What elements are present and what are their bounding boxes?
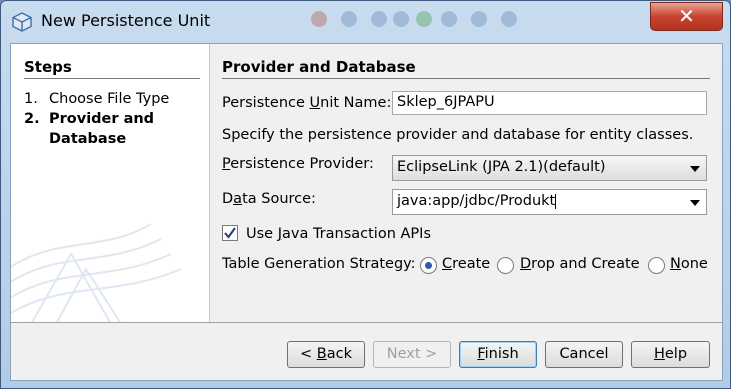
data-source-combo[interactable]: java:app/jdbc/Produkt [392,189,707,215]
radio-drop-and-create-label[interactable]: Drop and Create [520,256,640,272]
text-cursor [555,193,557,209]
background-toolbar-icon [471,11,487,27]
panel-title-divider [222,78,710,79]
background-toolbar-icon [393,11,409,27]
radio-create-label[interactable]: Create [442,256,490,272]
title-bar[interactable]: New Persistence Unit ✕ [1,1,730,41]
persistence-unit-name-field[interactable]: Sklep_6JPAPU [392,91,707,115]
jta-checkbox[interactable] [222,225,238,241]
window-title: New Persistence Unit [41,11,211,30]
table-generation-strategy-label: Table Generation Strategy: [222,256,416,272]
help-button[interactable]: Help [631,341,710,368]
checkmark-icon [224,227,236,239]
back-button[interactable]: < Back [287,341,365,368]
radio-drop-and-create[interactable] [497,257,514,274]
background-toolbar-icon [371,11,387,27]
steps-panel: Steps 1. Choose File Type 2. Provider and … [11,44,210,322]
background-toolbar-icon [341,11,357,27]
button-bar-separator [11,322,722,323]
new-persistence-unit-dialog: New Persistence Unit ✕ Steps 1. Choose Fi… [0,0,731,389]
radio-none-label[interactable]: None [670,256,708,272]
chevron-down-icon[interactable] [690,166,700,172]
steps-title: Steps [24,58,72,76]
data-source-label: Data Source: [222,191,316,207]
next-button[interactable]: Next > [373,341,451,368]
persistence-unit-name-label: Persistence Unit Name: [222,95,392,111]
chevron-down-icon[interactable] [690,200,700,206]
background-toolbar-icon [311,11,327,27]
cancel-button[interactable]: Cancel [545,341,623,368]
panel-title: Provider and Database [222,58,416,76]
netbeans-cube-icon [12,12,32,32]
close-icon: ✕ [678,4,695,28]
persistence-provider-label: Persistence Provider: [222,156,374,172]
steps-divider [24,78,200,79]
background-toolbar-icon [416,11,432,27]
background-toolbar-icon [501,11,517,27]
radio-none[interactable] [648,257,665,274]
step-choose-file-type: 1. Choose File Type [24,91,170,107]
radio-create[interactable] [420,257,437,274]
background-toolbar-icon [441,11,457,27]
wizard-decoration-icon [11,223,182,322]
step-provider-and-database: 2. Provider and Database [24,111,155,147]
close-button[interactable]: ✕ [650,2,723,31]
dialog-content: Steps 1. Choose File Type 2. Provider and … [10,43,723,381]
jta-checkbox-label[interactable]: Use Java Transaction APIs [246,226,431,242]
provider-description-text: Specify the persistence provider and dat… [222,127,694,143]
persistence-provider-select[interactable]: EclipseLink (JPA 2.1)(default) [392,155,707,181]
finish-button[interactable]: Finish [459,341,537,368]
